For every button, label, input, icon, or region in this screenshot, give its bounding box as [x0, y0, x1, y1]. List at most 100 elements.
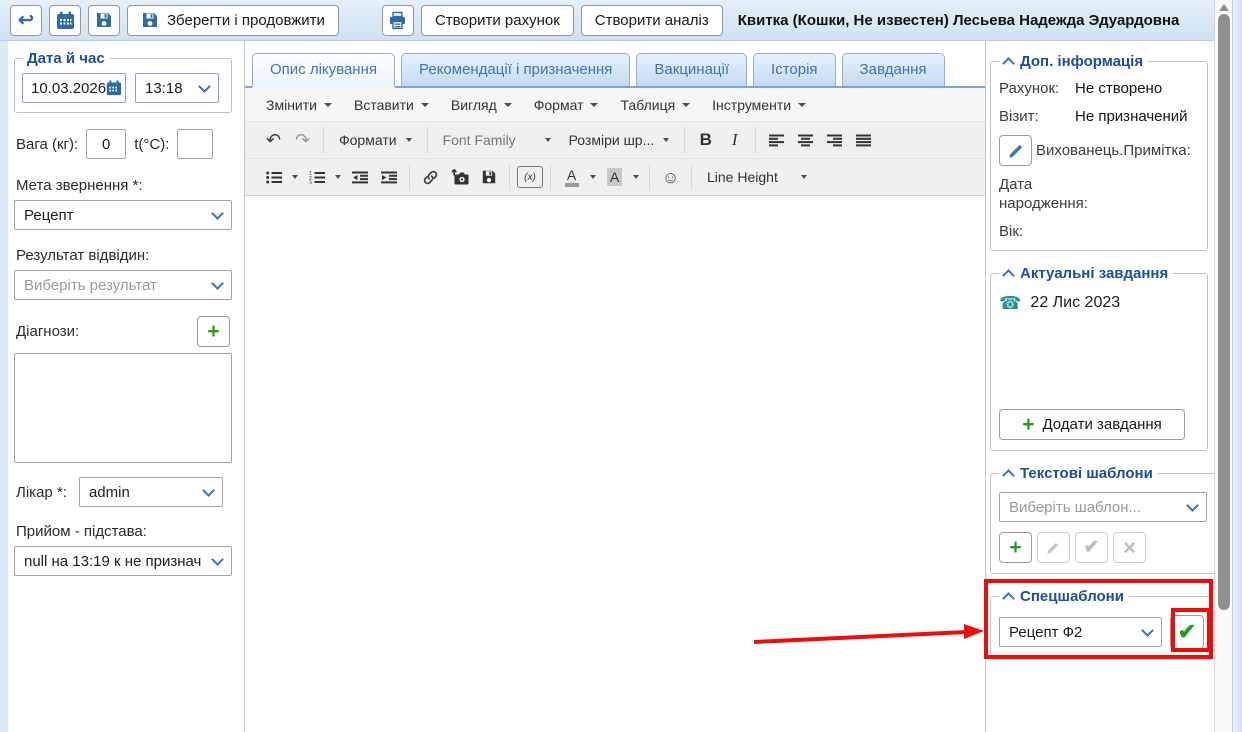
menu-edit[interactable]: Змінити: [255, 97, 343, 113]
indent-button[interactable]: [375, 164, 402, 191]
line-height-dropdown[interactable]: Line Height: [699, 164, 815, 191]
formats-dropdown[interactable]: Формати: [331, 127, 420, 154]
background-color-caret[interactable]: [630, 164, 642, 191]
undo-button[interactable]: ↶: [260, 127, 287, 154]
calendar-icon[interactable]: [106, 80, 122, 96]
caret-down-icon: [421, 103, 429, 107]
diagnoses-textarea[interactable]: [14, 353, 232, 463]
align-center-button[interactable]: [792, 127, 819, 154]
text-templates-legend[interactable]: Текстові шаблони: [999, 465, 1158, 482]
text-color-caret[interactable]: [587, 164, 599, 191]
align-center-icon: [798, 134, 813, 147]
pencil-icon: [1008, 143, 1024, 159]
special-template-select[interactable]: Рецепт Ф2: [999, 617, 1162, 647]
caret-down-icon: [590, 175, 596, 179]
menu-format[interactable]: Формат: [523, 97, 610, 113]
align-right-button[interactable]: [821, 127, 848, 154]
template-select[interactable]: Виберіть шаблон...: [999, 492, 1207, 522]
redo-button[interactable]: ↷: [289, 127, 316, 154]
apply-special-template-button[interactable]: ✔: [1170, 615, 1204, 649]
additional-info-legend[interactable]: Доп. інформація: [999, 53, 1148, 70]
datetime-fieldset: Дата й час 10.03.2026 13:18: [14, 50, 232, 113]
visit-result-select[interactable]: Виберіть результат: [14, 270, 232, 300]
create-analysis-button[interactable]: Створити аналіз: [581, 5, 723, 36]
add-template-button[interactable]: +: [999, 532, 1032, 563]
doctor-label: Лікар *:: [16, 484, 67, 501]
insert-variable-button[interactable]: (x): [517, 166, 543, 188]
tab-history[interactable]: Історія: [753, 53, 836, 86]
numbered-list-button[interactable]: 123: [303, 164, 330, 191]
add-task-button[interactable]: + Додати завдання: [999, 409, 1185, 440]
italic-button[interactable]: I: [721, 127, 748, 154]
insert-link-button[interactable]: [417, 164, 444, 191]
align-justify-button[interactable]: [850, 127, 877, 154]
text-color-button[interactable]: A: [558, 164, 585, 191]
create-invoice-button[interactable]: Створити рахунок: [421, 5, 574, 36]
editor-save-button[interactable]: [475, 164, 502, 191]
scrollbar-thumb[interactable]: [1218, 14, 1230, 610]
editor-toolbar-row2: 123: [245, 159, 985, 196]
align-left-button[interactable]: [763, 127, 790, 154]
save-icon: [481, 169, 497, 185]
bullet-list-icon: [266, 171, 282, 184]
edit-template-button[interactable]: [1037, 532, 1070, 563]
calendar-button[interactable]: [49, 5, 81, 36]
temperature-input[interactable]: [177, 129, 213, 159]
check-icon: ✔: [1084, 538, 1100, 557]
indent-icon: [381, 171, 397, 184]
scroll-up-arrow-icon[interactable]: [1219, 4, 1229, 11]
font-family-dropdown[interactable]: Font Family: [435, 127, 559, 154]
emoticon-button[interactable]: ☺: [657, 164, 684, 191]
date-input[interactable]: 10.03.2026: [22, 73, 126, 103]
appointment-reason-select[interactable]: null на 13:19 к не признач: [14, 546, 232, 576]
add-diagnosis-button[interactable]: +: [197, 316, 230, 347]
numbered-list-icon: 123: [309, 171, 325, 184]
menu-table-label: Таблиця: [620, 97, 675, 113]
editor-content-area[interactable]: [245, 196, 985, 693]
align-right-icon: [827, 134, 842, 147]
menu-insert[interactable]: Вставити: [343, 97, 440, 113]
time-select[interactable]: 13:18: [135, 73, 219, 103]
delete-template-button[interactable]: ×: [1113, 532, 1146, 563]
background-color-button[interactable]: A: [601, 164, 628, 191]
bullet-list-caret[interactable]: [289, 164, 301, 191]
print-button[interactable]: [382, 5, 414, 36]
bold-button[interactable]: B: [692, 127, 719, 154]
weight-input[interactable]: 0: [86, 129, 126, 159]
save-button[interactable]: [88, 5, 120, 36]
visit-value: Не призначений: [1075, 108, 1199, 125]
phone-icon: ☎: [999, 294, 1021, 312]
chevron-down-icon: [198, 80, 211, 93]
back-button[interactable]: ↩: [10, 5, 42, 36]
print-icon: [388, 11, 407, 30]
menu-tools[interactable]: Інструменти: [701, 97, 817, 113]
chevron-up-icon: [1002, 269, 1015, 282]
bullet-list-button[interactable]: [260, 164, 287, 191]
line-height-label: Line Height: [707, 169, 778, 185]
tab-vaccinations[interactable]: Вакцинації: [636, 53, 747, 86]
purpose-select[interactable]: Рецепт: [14, 200, 232, 230]
save-and-continue-button[interactable]: Зберегти і продовжити: [127, 5, 339, 36]
special-templates-legend[interactable]: Спецшаблони: [999, 588, 1129, 605]
edit-note-button[interactable]: [999, 135, 1032, 166]
menu-table[interactable]: Таблиця: [609, 97, 701, 113]
doctor-select[interactable]: admin: [79, 477, 223, 507]
tab-treatment-description[interactable]: Опис лікування: [252, 53, 395, 88]
save-icon: [95, 11, 113, 29]
menu-view[interactable]: Вигляд: [440, 97, 523, 113]
close-icon: ×: [1123, 537, 1136, 559]
current-tasks-legend[interactable]: Актуальні завдання: [999, 265, 1173, 282]
text-color-icon: A: [565, 168, 579, 187]
tab-recommendations[interactable]: Рекомендації і призначення: [401, 53, 630, 86]
insert-image-button[interactable]: [446, 164, 473, 191]
outdent-button[interactable]: [346, 164, 373, 191]
tab-tasks[interactable]: Завдання: [842, 53, 945, 86]
task-item[interactable]: ☎ 22 Лис 2023: [999, 294, 1199, 312]
camera-icon: [451, 169, 469, 186]
apply-template-button[interactable]: ✔: [1075, 532, 1108, 563]
weight-value: 0: [102, 136, 110, 153]
caret-down-icon: [504, 103, 512, 107]
patient-title: Квитка (Кошки, Не известен) Лесьева Наде…: [738, 12, 1180, 29]
font-size-dropdown[interactable]: Розміри шр...: [561, 127, 678, 154]
numbered-list-caret[interactable]: [332, 164, 344, 191]
